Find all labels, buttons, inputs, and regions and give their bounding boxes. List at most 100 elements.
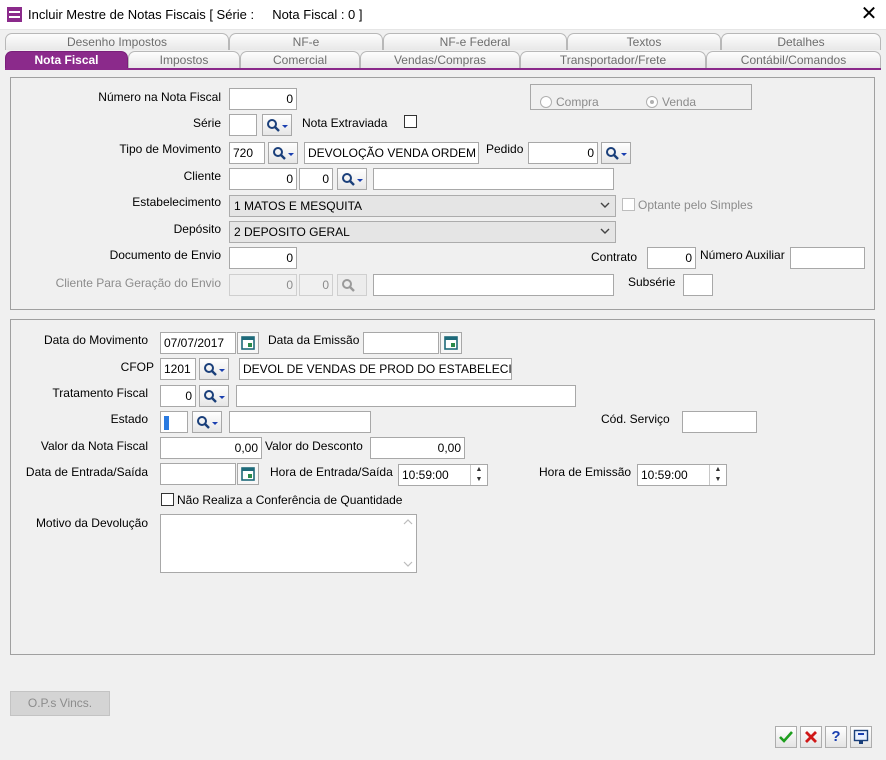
search-icon [342,173,363,186]
tab-underline [5,68,881,70]
data-emissao-label: Data da Emissão [268,333,360,347]
data-emissao-calendar-button[interactable] [440,332,462,354]
doc-envio-label: Documento de Envio [109,248,221,262]
estado-code-field[interactable] [160,411,188,433]
tipo-mov-desc-field[interactable]: DEVOLOÇÃO VENDA ORDEM [304,142,479,164]
doc-envio-field[interactable]: 0 [229,247,297,269]
deposito-select[interactable]: 2 DEPOSITO GERAL [229,221,616,243]
numero-auxiliar-label: Número Auxiliar [700,248,785,262]
venda-label: Venda [662,95,697,109]
tab-vendas-compras[interactable]: Vendas/Compras [360,51,520,68]
trat-fiscal-code-field[interactable]: 0 [160,385,196,407]
tipo-mov-code-field[interactable]: 720 [229,142,265,164]
pedido-lookup-button[interactable] [601,142,631,164]
cliente-lookup-button[interactable] [337,168,367,190]
motivo-textarea[interactable] [160,514,417,573]
subserie-field[interactable] [683,274,713,296]
tipo-mov-label: Tipo de Movimento [119,142,221,156]
info-panel-button[interactable] [850,726,872,748]
tab-transportador-frete[interactable]: Transportador/Frete [520,51,706,68]
cliente-geracao-code-field[interactable]: 0 [229,274,297,296]
serie-field[interactable] [229,114,257,136]
optante-simples-checkbox[interactable] [622,198,635,211]
data-emissao-field[interactable] [363,332,439,354]
tab-detalhes[interactable]: Detalhes [721,33,881,50]
compra-radio[interactable] [540,96,552,108]
cliente-name-field[interactable] [373,168,614,190]
tab-impostos[interactable]: Impostos [128,51,240,68]
chevron-down-icon [600,202,610,208]
estabelecimento-value: 1 MATOS E MESQUITA [234,199,363,213]
cfop-desc-field[interactable]: DEVOL DE VENDAS DE PROD DO ESTABELECIMEN [239,358,512,380]
cliente-code-field[interactable]: 0 [229,168,297,190]
hora-emissao-value: 10:59:00 [641,468,688,482]
data-mov-calendar-button[interactable] [237,332,259,354]
cliente-geracao-lookup-button[interactable] [337,274,367,296]
tipo-mov-lookup-button[interactable] [268,142,298,164]
numero-auxiliar-field[interactable] [790,247,865,269]
close-icon[interactable]: ✕ [858,3,880,25]
cfop-code-field[interactable]: 1201 [160,358,196,380]
deposito-label: Depósito [173,222,221,236]
help-button[interactable]: ? [825,726,847,748]
cliente-geracao-code2-field[interactable]: 0 [299,274,333,296]
tab-textos[interactable]: Textos [567,33,721,50]
search-icon [204,363,225,376]
cfop-lookup-button[interactable] [199,358,229,380]
venda-radio[interactable] [646,96,658,108]
cod-servico-field[interactable] [682,411,757,433]
window-title: Incluir Mestre de Notas Fiscais [ Série … [28,7,363,22]
hora-es-spinner[interactable]: ▲ ▼ [470,465,487,485]
hora-emissao-field[interactable]: 10:59:00 ▲ ▼ [637,464,727,486]
nao-realiza-checkbox[interactable] [161,493,174,506]
data-es-calendar-button[interactable] [237,463,259,485]
numero-field[interactable]: 0 [229,88,297,110]
nao-realiza-label: Não Realiza a Conferência de Quantidade [177,493,403,507]
hora-es-field[interactable]: 10:59:00 ▲ ▼ [398,464,488,486]
nota-extraviada-label: Nota Extraviada [302,116,388,130]
calendar-icon [444,336,458,350]
deposito-value: 2 DEPOSITO GERAL [234,225,350,239]
cliente-geracao-name-field[interactable] [373,274,614,296]
hora-emissao-spinner[interactable]: ▲ ▼ [709,465,726,485]
estado-desc-field[interactable] [229,411,371,433]
pedido-field[interactable]: 0 [528,142,598,164]
valor-nf-field[interactable]: 0,00 [160,437,262,459]
data-mov-label: Data do Movimento [43,333,148,347]
trat-fiscal-lookup-button[interactable] [199,385,229,407]
nota-extraviada-checkbox[interactable] [404,115,417,128]
ops-vincs-button[interactable]: O.P.s Vincs. [10,691,110,716]
cancel-button[interactable] [800,726,822,748]
valor-desconto-field[interactable]: 0,00 [370,437,465,459]
help-icon: ? [831,728,841,745]
cliente-geracao-label: Cliente Para Geração do Envio [55,276,221,290]
trat-fiscal-desc-field[interactable] [236,385,576,407]
estabelecimento-select[interactable]: 1 MATOS E MESQUITA [229,195,616,217]
estado-label: Estado [110,412,148,426]
tab-nfe-federal[interactable]: NF-e Federal [383,33,567,50]
hora-es-value: 10:59:00 [402,468,449,482]
tab-nfe[interactable]: NF-e [229,33,383,50]
tab-comercial[interactable]: Comercial [240,51,360,68]
search-icon [273,147,294,160]
scroll-arrows-icon [403,519,413,567]
pedido-label: Pedido [486,142,524,156]
confirm-button[interactable] [775,726,797,748]
tab-desenho-impostos[interactable]: Desenho Impostos [5,33,229,50]
data-es-field[interactable] [160,463,236,485]
motivo-scrollbar[interactable] [400,515,416,572]
serie-lookup-button[interactable] [262,114,292,136]
app-icon [7,7,22,22]
tab-nota-fiscal[interactable]: Nota Fiscal [5,51,128,68]
cliente-code2-field[interactable]: 0 [299,168,333,190]
checkmark-icon [779,731,793,743]
subserie-label: Subsérie [628,275,676,289]
contrato-field[interactable]: 0 [647,247,696,269]
tab-contabil-comandos[interactable]: Contábil/Comandos [706,51,881,68]
hora-es-label: Hora de Entrada/Saída [270,465,393,479]
monitor-icon [853,729,869,744]
estado-lookup-button[interactable] [192,411,222,433]
optante-simples-label: Optante pelo Simples [638,198,753,212]
data-mov-field[interactable]: 07/07/2017 [160,332,236,354]
estab-label: Estabelecimento [132,195,221,209]
